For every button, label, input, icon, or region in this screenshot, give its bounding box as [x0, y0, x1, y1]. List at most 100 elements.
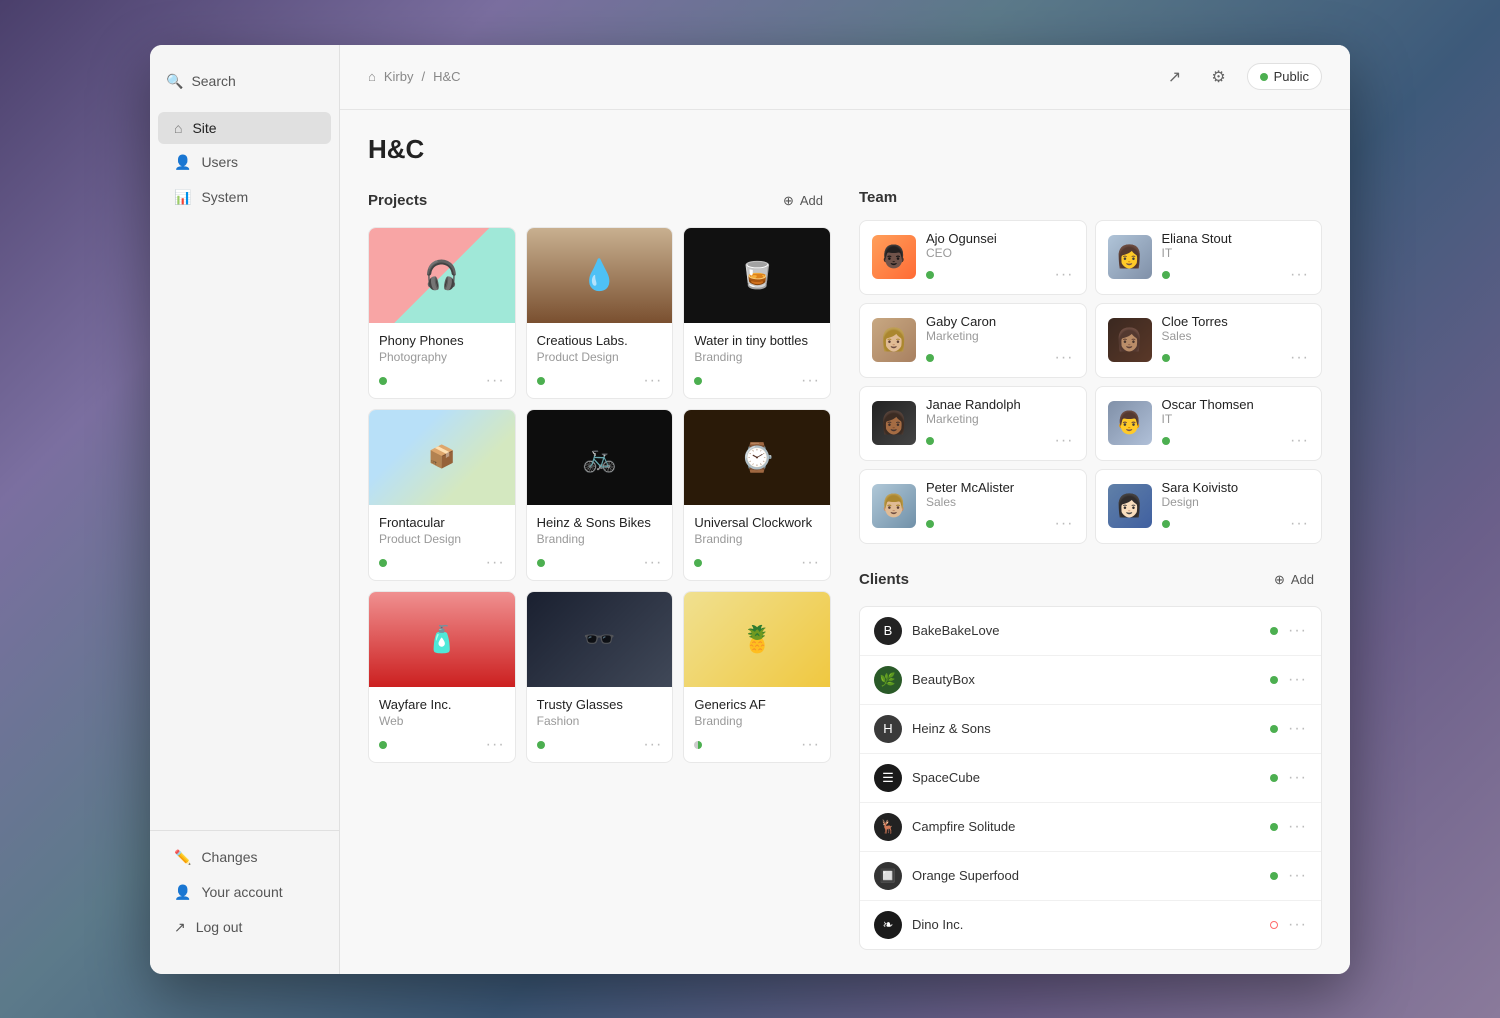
client-item[interactable]: 🦌 Campfire Solitude ···: [860, 803, 1321, 852]
team-member-card[interactable]: 👩🏼 Gaby Caron Marketing ···: [859, 303, 1087, 378]
more-button[interactable]: ···: [1055, 266, 1074, 284]
projects-section: Projects ⊕ Add Phony Phones Photog: [368, 189, 831, 950]
logout-label: Log out: [196, 919, 243, 935]
more-button[interactable]: ···: [1288, 867, 1307, 885]
project-footer: ···: [694, 554, 820, 572]
changes-button[interactable]: ✏️ Changes: [158, 841, 331, 874]
more-button[interactable]: ···: [1288, 720, 1307, 738]
project-card[interactable]: Phony Phones Photography ···: [368, 227, 516, 399]
your-account-button[interactable]: 👤 Your account: [158, 876, 331, 909]
status-indicator: [379, 559, 387, 567]
more-button[interactable]: ···: [1288, 769, 1307, 787]
client-item[interactable]: ☰ SpaceCube ···: [860, 754, 1321, 803]
more-button[interactable]: ···: [1290, 349, 1309, 367]
sidebar-item-site[interactable]: ⌂ Site: [158, 112, 331, 144]
project-thumb: ⌚: [684, 410, 830, 505]
project-card[interactable]: 🥃 Water in tiny bottles Branding ···: [683, 227, 831, 399]
add-client-button[interactable]: ⊕ Add: [1266, 568, 1322, 592]
more-button[interactable]: ···: [643, 554, 662, 572]
team-footer: ···: [926, 432, 1074, 450]
search-button[interactable]: 🔍 Search: [150, 65, 339, 98]
more-button[interactable]: ···: [1288, 916, 1307, 934]
more-button[interactable]: ···: [643, 736, 662, 754]
status-badge[interactable]: Public: [1247, 63, 1322, 90]
team-footer: ···: [1162, 515, 1310, 533]
more-button[interactable]: ···: [1288, 622, 1307, 640]
projects-title: Projects: [368, 192, 427, 209]
team-member-role: CEO: [926, 246, 1074, 260]
sidebar-item-users[interactable]: 👤 Users: [158, 146, 331, 179]
client-item[interactable]: 🔲 Orange Superfood ···: [860, 852, 1321, 901]
project-card[interactable]: 🧴 Wayfare Inc. Web ···: [368, 591, 516, 763]
more-button[interactable]: ···: [1290, 515, 1309, 533]
status-indicator: [694, 377, 702, 385]
project-card[interactable]: 📦 Frontacular Product Design ···: [368, 409, 516, 581]
project-card[interactable]: ⌚ Universal Clockwork Branding ···: [683, 409, 831, 581]
status-indicator: [1270, 676, 1278, 684]
team-member-card[interactable]: 👩🏽 Cloe Torres Sales ···: [1095, 303, 1323, 378]
sidebar-item-system[interactable]: 📊 System: [158, 181, 331, 214]
team-member-card[interactable]: 👩 Eliana Stout IT ···: [1095, 220, 1323, 295]
avatar: 👩: [1108, 235, 1152, 279]
logout-button[interactable]: ↗ Log out: [158, 911, 331, 944]
project-thumb: 📦: [369, 410, 515, 505]
clients-header: Clients ⊕ Add: [859, 568, 1322, 592]
team-grid: 👨🏿 Ajo Ogunsei CEO ···: [859, 220, 1322, 544]
more-button[interactable]: ···: [801, 372, 820, 390]
more-button[interactable]: ···: [486, 372, 505, 390]
clients-title: Clients: [859, 571, 909, 588]
more-button[interactable]: ···: [801, 554, 820, 572]
settings-button[interactable]: ⚙: [1203, 61, 1235, 93]
client-logo: H: [874, 715, 902, 743]
status-indicator: [537, 559, 545, 567]
more-button[interactable]: ···: [486, 554, 505, 572]
external-link-button[interactable]: ↗: [1159, 61, 1191, 93]
team-member-name: Janae Randolph: [926, 397, 1074, 412]
project-card[interactable]: 💧 Creatious Labs. Product Design ···: [526, 227, 674, 399]
projects-header: Projects ⊕ Add: [368, 189, 831, 213]
client-name: Heinz & Sons: [912, 721, 1260, 736]
more-button[interactable]: ···: [643, 372, 662, 390]
client-logo: ❧: [874, 911, 902, 939]
team-member-card[interactable]: 👩🏻 Sara Koivisto Design ···: [1095, 469, 1323, 544]
add-project-button[interactable]: ⊕ Add: [775, 189, 831, 213]
status-indicator: [926, 354, 934, 362]
team-footer: ···: [926, 349, 1074, 367]
team-member-card[interactable]: 👨🏼 Peter McAlister Sales ···: [859, 469, 1087, 544]
project-card[interactable]: 🕶️ Trusty Glasses Fashion ···: [526, 591, 674, 763]
more-button[interactable]: ···: [801, 736, 820, 754]
more-button[interactable]: ···: [1290, 432, 1309, 450]
client-item[interactable]: B BakeBakeLove ···: [860, 607, 1321, 656]
project-name: Heinz & Sons Bikes: [537, 515, 663, 530]
team-member-card[interactable]: 👨🏿 Ajo Ogunsei CEO ···: [859, 220, 1087, 295]
more-button[interactable]: ···: [1290, 266, 1309, 284]
client-name: BakeBakeLove: [912, 623, 1260, 638]
team-member-card[interactable]: 👨 Oscar Thomsen IT ···: [1095, 386, 1323, 461]
team-footer: ···: [1162, 266, 1310, 284]
team-member-card[interactable]: 👩🏾 Janae Randolph Marketing ···: [859, 386, 1087, 461]
team-member-name: Oscar Thomsen: [1162, 397, 1310, 412]
client-logo: 🦌: [874, 813, 902, 841]
topbar: ⌂ Kirby / H&C ↗ ⚙ Public: [340, 45, 1350, 110]
project-card[interactable]: 🚲 Heinz & Sons Bikes Branding ···: [526, 409, 674, 581]
more-button[interactable]: ···: [1055, 349, 1074, 367]
client-item[interactable]: ❧ Dino Inc. ···: [860, 901, 1321, 949]
changes-label: Changes: [201, 849, 257, 865]
account-icon: 👤: [174, 884, 191, 901]
project-card[interactable]: 🍍 Generics AF Branding ···: [683, 591, 831, 763]
client-item[interactable]: 🌿 BeautyBox ···: [860, 656, 1321, 705]
more-button[interactable]: ···: [486, 736, 505, 754]
more-button[interactable]: ···: [1055, 515, 1074, 533]
more-button[interactable]: ···: [1288, 818, 1307, 836]
status-indicator: [379, 377, 387, 385]
status-indicator: [1270, 725, 1278, 733]
clients-section: Clients ⊕ Add B BakeBakeLove ··: [859, 568, 1322, 950]
more-button[interactable]: ···: [1288, 671, 1307, 689]
more-button[interactable]: ···: [1055, 432, 1074, 450]
team-member-name: Eliana Stout: [1162, 231, 1310, 246]
avatar: 👩🏾: [872, 401, 916, 445]
status-indicator: [537, 377, 545, 385]
search-icon: 🔍: [166, 73, 183, 90]
client-item[interactable]: H Heinz & Sons ···: [860, 705, 1321, 754]
status-indicator: [926, 437, 934, 445]
